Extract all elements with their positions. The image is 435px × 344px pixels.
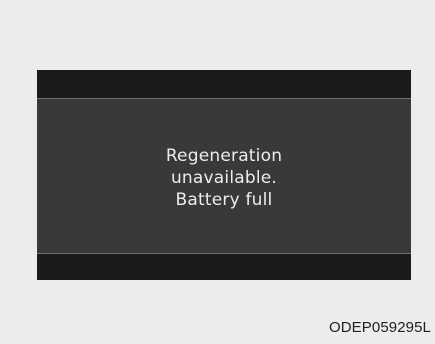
message-area: Regeneration unavailable. Battery full xyxy=(37,99,411,253)
message-line-3: Battery full xyxy=(175,190,273,210)
display-top-bar xyxy=(37,70,411,99)
figure-code: ODEP059295L xyxy=(328,319,431,336)
regeneration-message: Regeneration unavailable. Battery full xyxy=(166,145,282,211)
display-bottom-bar xyxy=(37,253,411,280)
message-line-2: unavailable. xyxy=(170,168,278,188)
cluster-display: Regeneration unavailable. Battery full xyxy=(37,70,411,280)
message-line-1: Regeneration xyxy=(165,146,283,166)
